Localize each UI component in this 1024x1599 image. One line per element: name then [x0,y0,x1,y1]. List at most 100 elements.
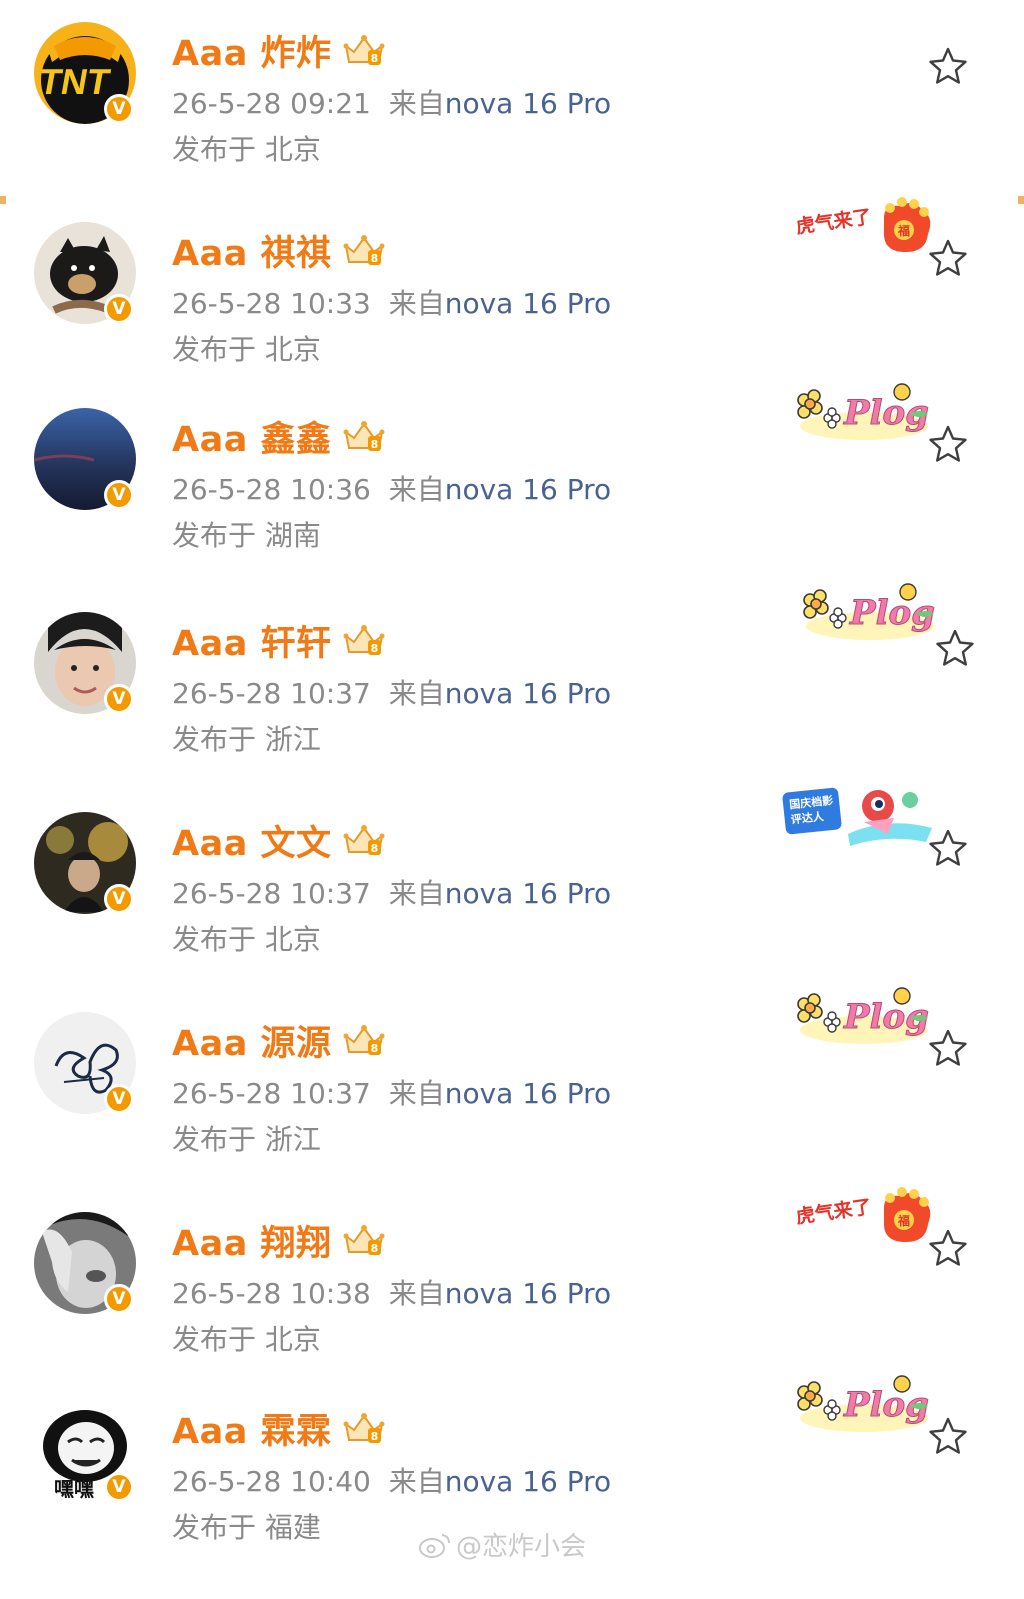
name-line: Aaa 源源 8 [172,1018,386,1064]
svg-text:8: 8 [370,1042,378,1055]
favorite-star-icon[interactable] [928,828,968,868]
svg-text:福: 福 [897,223,910,238]
name-line: Aaa 炸炸 8 [172,28,386,74]
source-device[interactable]: nova 16 Pro [445,1465,611,1498]
sticker-text: 国庆档影评达人 [788,793,834,827]
favorite-star-icon[interactable] [928,46,968,86]
divider-mark-right [1018,196,1024,204]
post-time: 26-5-28 10:37 [172,1077,371,1110]
sticker-tiger-paw: 虎气来了福 [794,1184,934,1248]
username[interactable]: Aaa 文文 [172,815,332,866]
vip-crown-icon: 8 [343,1413,385,1443]
post-time: 26-5-28 10:40 [172,1465,371,1498]
source-prefix: 来自 [388,877,445,910]
vip-crown-icon: 8 [343,825,385,855]
source-device[interactable]: nova 16 Pro [445,87,611,120]
source-device[interactable]: nova 16 Pro [445,287,611,320]
sticker-plog: Plog [790,1370,936,1440]
post-meta: 26-5-28 10:36 来自nova 16 Pro [172,468,611,508]
favorite-star-icon[interactable] [928,1028,968,1068]
svg-text:8: 8 [370,1430,378,1443]
source-prefix: 来自 [388,677,445,710]
source-prefix: 来自 [388,1077,445,1110]
favorite-star-icon[interactable] [928,1416,968,1456]
sticker-plog: Plog [790,982,936,1052]
name-line: Aaa 翔翔 8 [172,1218,386,1264]
watermark-text: @恋炸小会 [456,1532,587,1562]
sticker-tiger-paw: 虎气来了福 [794,194,934,258]
username[interactable]: Aaa 源源 [172,1015,332,1066]
sticker-film-critic: 国庆档影评达人 [778,782,934,852]
vip-crown-icon: 8 [343,625,385,655]
svg-text:8: 8 [370,438,378,451]
post-item[interactable]: V Aaa 文文 8 26-5-28 10:37 来自nova 16 Pro 发布于 北… [0,787,1024,1002]
username[interactable]: Aaa 翔翔 [172,1215,332,1266]
svg-text:8: 8 [370,1242,378,1255]
post-item[interactable]: V Aaa 鑫鑫 8 26-5-28 10:36 来自nova 16 Pro 发布于 湖… [0,383,1024,598]
username[interactable]: Aaa 轩轩 [172,615,332,666]
post-meta: 26-5-28 09:21 来自nova 16 Pro [172,82,611,122]
post-time: 26-5-28 09:21 [172,87,371,120]
source-device[interactable]: nova 16 Pro [445,877,611,910]
name-line: Aaa 祺祺 8 [172,228,386,274]
username[interactable]: Aaa 炸炸 [172,25,332,76]
source-prefix: 来自 [388,87,445,120]
sticker-text: 虎气来了 [794,205,872,238]
favorite-star-icon[interactable] [928,1228,968,1268]
source-device[interactable]: nova 16 Pro [445,1277,611,1310]
post-item[interactable]: V Aaa 源源 8 26-5-28 10:37 来自nova 16 Pro 发布于 浙… [0,987,1024,1202]
post-location: 发布于 浙江 [172,1123,321,1156]
divider-mark-left [0,196,6,204]
post-location: 发布于 福建 [172,1511,321,1544]
post-meta: 26-5-28 10:33 来自nova 16 Pro [172,282,611,322]
name-line: Aaa 文文 8 [172,818,386,864]
svg-text:福: 福 [897,1213,910,1228]
post-time: 26-5-28 10:33 [172,287,371,320]
svg-text:8: 8 [370,842,378,855]
source-device[interactable]: nova 16 Pro [445,677,611,710]
source-prefix: 来自 [388,287,445,320]
post-location: 发布于 浙江 [172,723,321,756]
post-meta: 26-5-28 10:37 来自nova 16 Pro [172,872,611,912]
sticker-text: 虎气来了 [794,1195,872,1228]
name-line: Aaa 轩轩 8 [172,618,386,664]
username[interactable]: Aaa 霖霖 [172,1403,332,1454]
post-time: 26-5-28 10:37 [172,877,371,910]
vip-crown-icon: 8 [343,1025,385,1055]
post-meta: 26-5-28 10:37 来自nova 16 Pro [172,672,611,712]
svg-text:8: 8 [370,252,378,265]
vip-crown-icon: 8 [343,1225,385,1255]
verified-badge-icon: V [104,1284,134,1314]
post-location: 发布于 北京 [172,923,321,956]
source-prefix: 来自 [388,473,445,506]
verified-badge-icon: V [104,294,134,324]
svg-text:8: 8 [370,642,378,655]
post-location: 发布于 北京 [172,1323,321,1356]
sticker-plog: Plog [796,578,942,648]
verified-badge-icon: V [104,1472,134,1502]
name-line: Aaa 霖霖 8 [172,1406,386,1452]
source-prefix: 来自 [388,1465,445,1498]
post-location: 发布于 北京 [172,333,321,366]
svg-text:TNT: TNT [36,61,113,102]
source-device[interactable]: nova 16 Pro [445,473,611,506]
vip-crown-icon: 8 [343,35,385,65]
svg-text:8: 8 [370,52,378,65]
post-meta: 26-5-28 10:37 来自nova 16 Pro [172,1072,611,1112]
weibo-logo-icon [419,1533,450,1558]
verified-badge-icon: V [104,94,134,124]
post-location: 发布于 北京 [172,133,321,166]
source-device[interactable]: nova 16 Pro [445,1077,611,1110]
favorite-star-icon[interactable] [928,424,968,464]
post-location: 发布于 湖南 [172,519,321,552]
username[interactable]: Aaa 鑫鑫 [172,411,332,462]
watermark: @恋炸小会 [418,1526,586,1563]
post-list: TNT V Aaa 炸炸 8 26-5-28 09:21 来自nova 16 Pro 发布… [0,0,1024,1599]
vip-crown-icon: 8 [343,235,385,265]
username[interactable]: Aaa 祺祺 [172,225,332,276]
post-item[interactable]: V Aaa 轩轩 8 26-5-28 10:37 来自nova 16 Pro 发布于 浙… [0,583,1024,802]
post-item[interactable]: TNT V Aaa 炸炸 8 26-5-28 09:21 来自nova 16 Pro 发布… [0,22,1024,212]
favorite-star-icon[interactable] [928,238,968,278]
verified-badge-icon: V [104,684,134,714]
favorite-star-icon[interactable] [935,628,975,668]
